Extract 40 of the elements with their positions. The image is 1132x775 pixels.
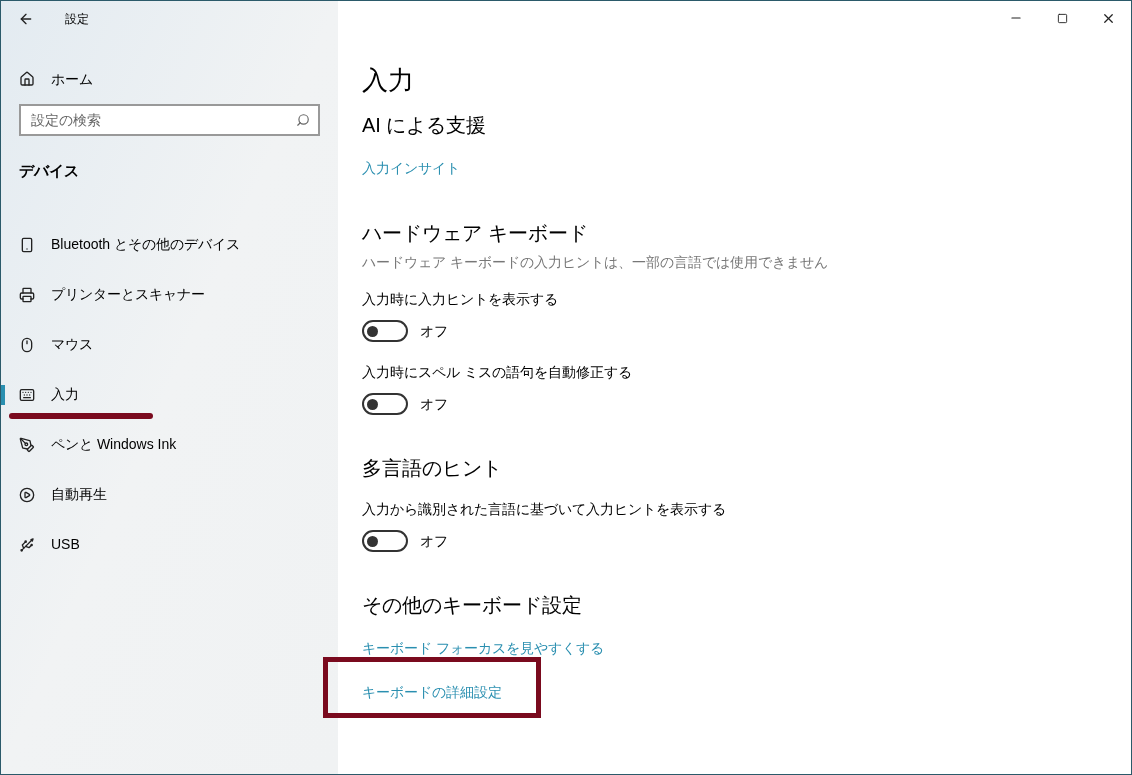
section-heading: デバイス [19,161,80,181]
sidebar-item[interactable]: Bluetooth とその他のデバイス [51,234,241,255]
toggle-label: 入力時に入力ヒントを表示する [362,290,559,309]
toggle-state: オフ [420,321,448,341]
toggle-switch[interactable] [362,530,408,552]
section-heading: 多言語のヒント [362,456,503,481]
section-description: ハードウェア キーボードの入力ヒントは、一部の言語では使用できません [362,253,829,272]
home-link[interactable]: ホーム [51,68,93,90]
settings-link[interactable]: 入力インサイト [362,160,460,176]
toggle-switch[interactable] [362,393,408,415]
keyboard-icon [19,386,35,403]
maximize-icon [1056,12,1068,24]
pen-icon [19,436,35,453]
section-heading: AI による支援 [362,113,488,138]
home-icon[interactable] [19,71,35,87]
toggle-switch[interactable] [362,320,408,342]
play-icon [19,486,35,503]
page-title: 入力 [362,64,415,97]
printer-icon [19,286,35,303]
sidebar-item[interactable]: 自動再生 [51,484,107,505]
window-title: 設定 [65,11,89,28]
toggle-label: 入力から識別された言語に基づいて入力ヒントを表示する [362,500,727,519]
mouse-icon [19,336,35,353]
sidebar-item[interactable]: 入力 [51,384,79,405]
settings-link[interactable]: キーボードの詳細設定 [362,684,502,700]
sidebar-item[interactable]: ペンと Windows Ink [51,434,177,455]
settings-link[interactable]: キーボード フォーカスを見やすくする [362,640,604,656]
toggle-state: オフ [420,394,448,414]
section-heading: ハードウェア キーボード [362,221,589,246]
sidebar-item[interactable]: USB [51,534,80,555]
search-field[interactable]: 設定の検索 [19,104,320,136]
back-icon[interactable] [18,11,34,27]
usb-icon [19,536,35,553]
device-icon [19,236,35,253]
toggle-state: オフ [420,531,448,551]
search-icon[interactable] [296,113,310,127]
sidebar-item[interactable]: プリンターとスキャナー [51,284,205,305]
sidebar-item[interactable]: マウス [51,334,93,355]
section-heading: その他のキーボード設定 [362,593,583,618]
toggle-label: 入力時にスペル ミスの語句を自動修正する [362,363,633,382]
